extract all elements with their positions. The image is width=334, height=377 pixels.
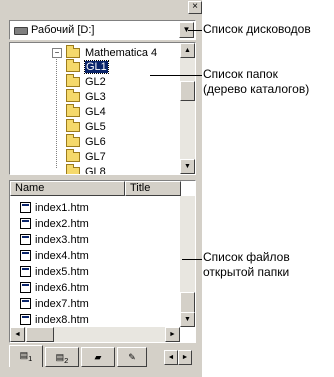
tab-strip: ▤1 ▤2 ▰ ✎ bbox=[9, 345, 149, 369]
html-file-icon bbox=[20, 202, 31, 213]
file-name: index2.htm bbox=[35, 217, 89, 230]
tree-node[interactable]: GL6 bbox=[66, 134, 106, 150]
tree-node[interactable]: GL2 bbox=[66, 74, 106, 90]
tree-node-label: GL7 bbox=[85, 151, 106, 163]
folder-tab-icon: ▰ bbox=[94, 352, 102, 362]
scroll-left-button[interactable]: ◄ bbox=[10, 327, 25, 342]
html-file-icon bbox=[20, 250, 31, 261]
folder-icon bbox=[66, 45, 80, 58]
callout-line-files bbox=[182, 259, 202, 260]
html-file-icon bbox=[20, 314, 31, 325]
file-row[interactable]: index8.htm bbox=[20, 312, 89, 327]
file-row[interactable]: index5.htm bbox=[20, 264, 89, 279]
folder-icon bbox=[66, 134, 80, 147]
html-file-icon bbox=[20, 298, 31, 309]
tree-node-label: GL2 bbox=[85, 76, 106, 88]
drive-tab-icon: ▤ bbox=[55, 352, 65, 362]
tree-node-label: GL4 bbox=[85, 106, 106, 118]
files-vertical-scrollbar[interactable]: ▼ bbox=[180, 196, 195, 327]
folder-icon bbox=[66, 149, 80, 162]
scroll-up-button[interactable]: ▲ bbox=[180, 43, 195, 58]
drive-combobox-value: Рабочий [D:] bbox=[31, 24, 95, 36]
scroll-down-button[interactable]: ▼ bbox=[180, 159, 195, 174]
tools-tab-icon: ✎ bbox=[128, 352, 136, 362]
callout-line-folders bbox=[150, 75, 202, 76]
folder-icon bbox=[66, 104, 80, 117]
file-row[interactable]: index2.htm bbox=[20, 216, 89, 231]
folder-icon bbox=[66, 164, 80, 174]
html-file-icon bbox=[20, 282, 31, 293]
folder-tree[interactable]: − Mathematica 4 GL1 GL2 GL3 GL4 GL5 GL6 bbox=[9, 42, 196, 175]
tab-label: 1 bbox=[28, 353, 33, 363]
drive-icon bbox=[14, 27, 28, 35]
scroll-down-button[interactable]: ▼ bbox=[180, 312, 195, 327]
tab-label: 2 bbox=[64, 355, 69, 365]
tree-node[interactable]: GL3 bbox=[66, 89, 106, 105]
tab-scroll-right-button[interactable]: ► bbox=[178, 350, 192, 365]
tree-node[interactable]: GL5 bbox=[66, 119, 106, 135]
file-name: index1.htm bbox=[35, 201, 89, 214]
html-file-icon bbox=[20, 266, 31, 277]
tree-node[interactable]: GL7 bbox=[66, 149, 106, 165]
tree-node-label: GL5 bbox=[85, 121, 106, 133]
tab-folders[interactable]: ▰ bbox=[81, 347, 115, 367]
folder-icon bbox=[66, 74, 80, 87]
file-name: index6.htm bbox=[35, 281, 89, 294]
file-name: index8.htm bbox=[35, 313, 89, 326]
file-row[interactable]: index3.htm bbox=[20, 232, 89, 247]
file-row[interactable]: index4.htm bbox=[20, 248, 89, 263]
files-horizontal-scrollbar[interactable]: ◄ ► bbox=[10, 327, 180, 342]
file-name: index3.htm bbox=[35, 233, 89, 246]
tab-secondary[interactable]: ▤2 bbox=[45, 347, 79, 367]
tab-scroll-left-button[interactable]: ◄ bbox=[164, 350, 178, 365]
tree-guide-line bbox=[56, 55, 57, 168]
scroll-thumb[interactable] bbox=[180, 292, 195, 314]
tree-node-selected[interactable]: GL1 bbox=[66, 59, 109, 75]
drive-combobox[interactable]: Рабочий [D:] ▼ bbox=[9, 20, 196, 40]
file-list[interactable]: Name Title index1.htm index2.htm index3.… bbox=[9, 180, 196, 343]
tree-node-label: GL1 bbox=[84, 60, 109, 74]
file-name: index7.htm bbox=[35, 297, 89, 310]
tree-node-label: GL8 bbox=[85, 166, 106, 175]
file-browser-panel: × Рабочий [D:] ▼ − Mathematica 4 GL1 GL2… bbox=[0, 0, 202, 377]
folder-icon bbox=[66, 89, 80, 102]
callout-folders: Список папок (дерево каталогов) bbox=[203, 67, 310, 96]
column-header-title[interactable]: Title bbox=[125, 181, 181, 196]
scroll-right-button[interactable]: ► bbox=[165, 327, 180, 342]
file-row[interactable]: index7.htm bbox=[20, 296, 89, 311]
tree-node-label: GL3 bbox=[85, 91, 106, 103]
column-header-name[interactable]: Name bbox=[10, 181, 125, 196]
callout-drives: Список дисководов bbox=[203, 22, 311, 36]
scroll-thumb[interactable] bbox=[180, 81, 195, 101]
collapse-icon[interactable]: − bbox=[52, 48, 62, 58]
close-button[interactable]: × bbox=[188, 1, 202, 14]
tree-node[interactable]: GL4 bbox=[66, 104, 106, 120]
scroll-thumb[interactable] bbox=[26, 327, 54, 342]
tab-drives[interactable]: ▤1 bbox=[9, 345, 43, 367]
tab-scroll-arrows: ◄ ► bbox=[164, 350, 192, 365]
tree-node-label: Mathematica 4 bbox=[85, 47, 158, 59]
tree-vertical-scrollbar[interactable]: ▲ ▼ bbox=[180, 43, 195, 174]
html-file-icon bbox=[20, 234, 31, 245]
file-name: index5.htm bbox=[35, 265, 89, 278]
file-row[interactable]: index1.htm bbox=[20, 200, 89, 215]
tree-node-label: GL6 bbox=[85, 136, 106, 148]
callout-files: Список файлов открытой папки bbox=[203, 250, 290, 279]
callout-line-drives bbox=[188, 30, 202, 31]
drive-tab-icon: ▤ bbox=[19, 350, 29, 360]
tree-node[interactable]: GL8 bbox=[66, 164, 106, 175]
file-row[interactable]: index6.htm bbox=[20, 280, 89, 295]
file-name: index4.htm bbox=[35, 249, 89, 262]
html-file-icon bbox=[20, 218, 31, 229]
pane-splitter[interactable] bbox=[9, 176, 196, 179]
folder-icon bbox=[66, 119, 80, 132]
tab-tools[interactable]: ✎ bbox=[117, 347, 147, 367]
folder-icon bbox=[66, 59, 80, 72]
